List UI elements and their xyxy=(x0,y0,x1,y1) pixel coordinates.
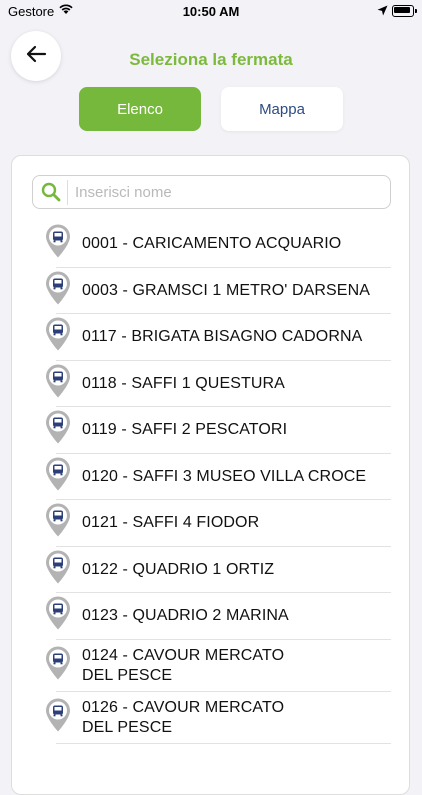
list-item[interactable]: 0118 - SAFFI 1 QUESTURA xyxy=(12,361,411,408)
bus-stop-pin-icon xyxy=(44,410,72,451)
bus-stop-pin-icon xyxy=(44,224,72,265)
stop-name: 0124 - CAVOUR MERCATO DEL PESCE xyxy=(82,646,285,684)
location-arrow-icon xyxy=(377,4,388,19)
stops-card: 0001 - CARICAMENTO ACQUARIO 0003 - GRAMS… xyxy=(11,155,410,795)
status-bar: Gestore 10:50 AM xyxy=(0,0,422,22)
bus-stop-pin-icon xyxy=(44,456,72,497)
list-item[interactable]: 0122 - QUADRIO 1 ORTIZ xyxy=(12,547,411,594)
stop-name: 0001 - CARICAMENTO ACQUARIO xyxy=(82,235,342,253)
battery-icon xyxy=(392,5,417,17)
search-divider xyxy=(67,180,68,205)
bus-stop-pin-icon xyxy=(44,596,72,637)
list-item[interactable]: 0119 - SAFFI 2 PESCATORI xyxy=(12,407,411,454)
bus-stop-pin-icon xyxy=(44,503,72,544)
bus-stop-pin-icon xyxy=(44,363,72,404)
stops-list: 0001 - CARICAMENTO ACQUARIO 0003 - GRAMS… xyxy=(12,221,411,744)
stop-name: 0117 - BRIGATA BISAGNO CADORNA xyxy=(82,328,363,346)
bus-stop-pin-icon xyxy=(44,645,72,686)
stop-name: 0118 - SAFFI 1 QUESTURA xyxy=(82,374,285,392)
search-input[interactable] xyxy=(75,181,375,203)
page-title: Seleziona la fermata xyxy=(129,50,293,69)
stop-name: 0119 - SAFFI 2 PESCATORI xyxy=(82,421,288,439)
bus-stop-pin-icon xyxy=(44,317,72,358)
tab-map[interactable]: Mappa xyxy=(221,87,343,131)
list-item[interactable]: 0001 - CARICAMENTO ACQUARIO xyxy=(12,221,411,268)
search-box[interactable] xyxy=(32,175,391,209)
stop-name: 0120 - SAFFI 3 MUSEO VILLA CROCE xyxy=(82,467,367,485)
search-icon xyxy=(41,182,61,207)
list-item[interactable]: 0003 - GRAMSCI 1 METRO' DARSENA xyxy=(12,268,411,315)
list-item[interactable]: 0117 - BRIGATA BISAGNO CADORNA xyxy=(12,314,411,361)
list-item[interactable]: 0121 - SAFFI 4 FIODOR xyxy=(12,500,411,547)
bus-stop-pin-icon xyxy=(44,549,72,590)
bus-stop-pin-icon xyxy=(44,270,72,311)
stop-name: 0123 - QUADRIO 2 MARINA xyxy=(82,607,289,625)
status-time: 10:50 AM xyxy=(182,4,240,19)
list-item[interactable]: 0120 - SAFFI 3 MUSEO VILLA CROCE xyxy=(12,454,411,501)
stop-name: 0126 - CAVOUR MERCATO DEL PESCE xyxy=(82,698,285,736)
list-item[interactable]: 0123 - QUADRIO 2 MARINA xyxy=(12,593,411,640)
bus-stop-pin-icon xyxy=(44,697,72,738)
tab-list[interactable]: Elenco xyxy=(79,87,201,131)
list-item[interactable]: 0124 - CAVOUR MERCATO DEL PESCE xyxy=(12,640,411,692)
list-item[interactable]: 0126 - CAVOUR MERCATO DEL PESCE xyxy=(12,692,411,744)
stop-name: 0003 - GRAMSCI 1 METRO' DARSENA xyxy=(82,281,370,299)
stop-name: 0121 - SAFFI 4 FIODOR xyxy=(82,514,260,532)
stop-name: 0122 - QUADRIO 1 ORTIZ xyxy=(82,560,275,578)
